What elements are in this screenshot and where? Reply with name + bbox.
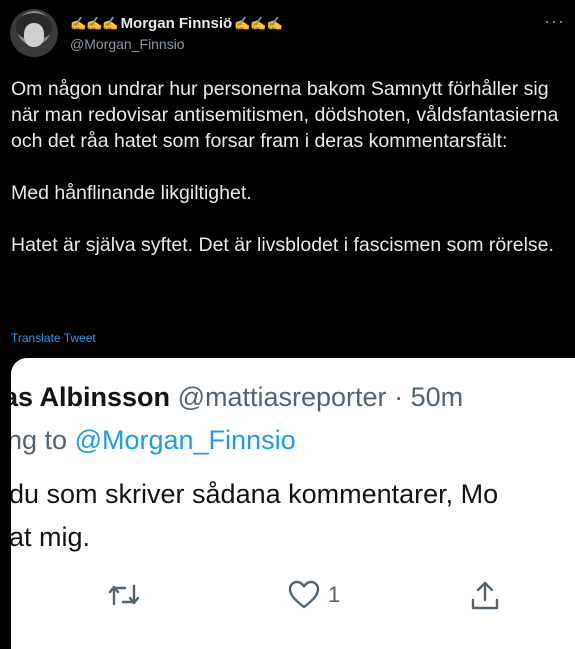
embedded-author-handle: @mattiasreporter <box>177 382 387 412</box>
embedded-text-line2: at mig. <box>11 522 91 552</box>
embedded-author-name: as Albinsson <box>11 382 171 412</box>
avatar-face <box>24 23 44 47</box>
writing-hand-icon: ✍✍✍ <box>234 15 283 31</box>
tweet-text: Om någon undrar hur personerna bakom Sam… <box>11 78 559 256</box>
heart-icon <box>288 580 320 609</box>
tweet-header: ✍✍✍ Morgan Finnsiö ✍✍✍ @Morgan_Finnsio ·… <box>10 9 565 59</box>
avatar[interactable] <box>10 9 58 57</box>
more-dots-icon[interactable]: ··· <box>544 11 565 32</box>
embedded-reply-line: ng to @Morgan_Finnsio <box>11 425 296 456</box>
embedded-text-line1: du som skriver sådana kommentarer, Mo <box>11 479 499 509</box>
embedded-actions: 1 <box>11 580 575 620</box>
like-action: 1 <box>288 580 340 610</box>
retweet-icon <box>107 580 141 610</box>
author-display-name[interactable]: ✍✍✍ Morgan Finnsiö ✍✍✍ <box>70 15 283 32</box>
embedded-author-line: as Albinsson @mattiasreporter · 50m <box>11 382 463 413</box>
writing-hand-icon: ✍✍✍ <box>70 15 119 31</box>
embedded-time: 50m <box>410 382 464 412</box>
author-handle[interactable]: @Morgan_Finnsio <box>70 36 283 52</box>
author-name-text: Morgan Finnsiö <box>120 15 233 32</box>
share-icon <box>469 580 501 612</box>
embedded-reply-prefix: ng to <box>11 425 68 455</box>
tweet-media-image[interactable]: as Albinsson @mattiasreporter · 50m ng t… <box>11 358 575 649</box>
embedded-separator: · <box>394 382 404 412</box>
like-count: 1 <box>328 582 341 607</box>
embedded-reply-handle: @Morgan_Finnsio <box>74 425 296 455</box>
translate-tweet-link[interactable]: Translate Tweet <box>11 331 96 345</box>
author-names: ✍✍✍ Morgan Finnsiö ✍✍✍ @Morgan_Finnsio <box>70 15 283 52</box>
